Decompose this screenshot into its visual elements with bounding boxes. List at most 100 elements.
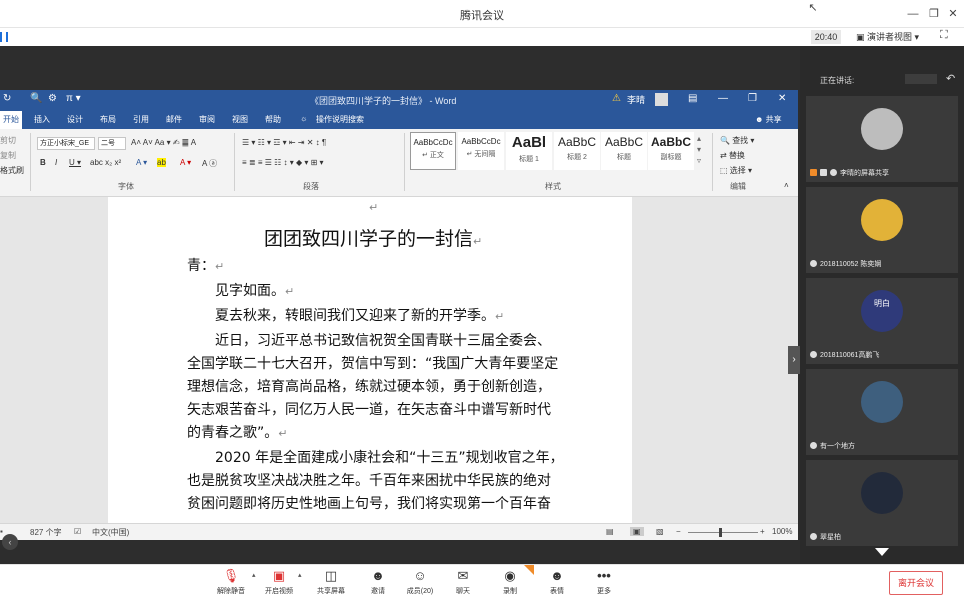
- presenter-view-button[interactable]: ▣ 演讲者视图 ▾: [856, 30, 928, 44]
- copy-button[interactable]: 复制: [0, 150, 16, 161]
- styles-scroll-icon[interactable]: ▴ ▾ ▿: [697, 133, 701, 166]
- select-button[interactable]: ⬚ 选择 ▾: [720, 165, 752, 176]
- zoom-in-icon[interactable]: +: [760, 527, 765, 536]
- style-heading-1[interactable]: AaBl 标题 1: [506, 132, 552, 170]
- word-window: ↻ 🔍 ⚙ π ▾ 《团团致四川学子的一封信》 - Word ⚠ 李晴 ▤ — …: [0, 90, 798, 540]
- text-effects-icon[interactable]: A ▾: [136, 158, 147, 167]
- zoom-out-icon[interactable]: −: [676, 527, 681, 536]
- language-status[interactable]: 中文(中国): [92, 527, 129, 538]
- underline-icon[interactable]: U ▾: [69, 158, 81, 167]
- document-page[interactable]: ↵ 团团致四川学子的一封信↵ 青：↵ 见字如面。↵ 夏去秋来，转眼间我们又迎来了…: [108, 197, 632, 523]
- style-normal[interactable]: AaBbCcDc ↵ 正文: [410, 132, 456, 170]
- user-avatar[interactable]: [655, 93, 668, 106]
- tab-help[interactable]: 帮助: [265, 114, 281, 125]
- close-button[interactable]: ✕: [946, 7, 960, 21]
- share-screen-button[interactable]: ◫ 共享屏幕: [314, 568, 348, 596]
- pin-icon[interactable]: ↶: [946, 72, 955, 85]
- start-video-button[interactable]: ▣ 开启视频: [262, 568, 296, 596]
- align-left-icon[interactable]: ≡ ≣ ≡ ☰ ☷ ↕ ▾ ◆ ▾ ⊞ ▾: [242, 158, 324, 167]
- highlight-icon[interactable]: ab: [157, 158, 166, 167]
- document-title-text: 团团致四川学子的一封信↵: [264, 228, 483, 250]
- bold-icon[interactable]: B: [40, 158, 46, 167]
- chevron-up-icon[interactable]: ▴: [252, 571, 256, 579]
- print-layout-icon[interactable]: ▣: [630, 527, 644, 536]
- participant-tile[interactable]: 明白 2018110061高鹏飞: [806, 278, 958, 364]
- style-no-spacing[interactable]: AaBbCcDc ↵ 无间隔: [458, 132, 504, 170]
- salutation: 青：↵: [187, 258, 225, 274]
- cut-button[interactable]: 剪切: [0, 135, 16, 146]
- participant-tile[interactable]: 翠星柏: [806, 460, 958, 546]
- strikethrough-icon[interactable]: abc x₂ x²: [90, 158, 121, 167]
- record-button[interactable]: ◉ 录制: [493, 568, 527, 596]
- proofing-icon[interactable]: ☑: [74, 527, 81, 536]
- style-subtitle[interactable]: AaBbC 副标题: [648, 132, 694, 170]
- word-restore-button[interactable]: ❐: [748, 93, 757, 104]
- read-mode-icon[interactable]: ▤: [606, 527, 614, 536]
- cursor-icon: ↖: [808, 2, 818, 14]
- tab-home[interactable]: 开始: [0, 111, 22, 129]
- bullets-icon[interactable]: ☰ ▾ ☷ ▾ ☲ ▾ ⇤ ⇥ ✕ ↕ ¶: [242, 138, 326, 147]
- format-painter-button[interactable]: 格式刷: [0, 165, 24, 176]
- grow-font-icon[interactable]: A˄ A˅ Aa ▾ ✍ ䷀ A: [131, 138, 196, 147]
- restore-button[interactable]: ❐: [927, 7, 941, 21]
- chat-button[interactable]: ✉ 聊天: [446, 568, 480, 596]
- collapse-ribbon-icon[interactable]: ˄: [784, 181, 789, 190]
- zoom-level[interactable]: 100%: [772, 527, 792, 536]
- style-title[interactable]: AaBbC 标题: [601, 132, 647, 170]
- page-indicator-icon[interactable]: ▪: [0, 527, 3, 536]
- leave-meeting-button[interactable]: 离开会议: [889, 571, 943, 595]
- font-name-select[interactable]: 方正小标宋_GE: [37, 137, 95, 150]
- replace-icon: ⇄: [720, 151, 729, 160]
- equation-icon[interactable]: π ▾: [66, 93, 81, 104]
- replace-button[interactable]: ⇄ 替换: [720, 150, 745, 161]
- char-shading-icon[interactable]: A ⓐ: [202, 158, 217, 169]
- tell-me-search[interactable]: 操作说明搜索: [316, 114, 364, 125]
- italic-icon[interactable]: I: [55, 158, 57, 167]
- tab-view[interactable]: 视图: [232, 114, 248, 125]
- zoom-slider-thumb[interactable]: [719, 528, 722, 537]
- redo-icon[interactable]: ↻: [3, 93, 11, 104]
- collapse-panel-button[interactable]: ›: [788, 346, 800, 374]
- ribbon-tabs: 开始 插入 设计 布局 引用 邮件 审阅 视图 帮助 ☼ 操作说明搜索 ☻ 共享: [0, 111, 798, 129]
- invite-button[interactable]: ☻ 邀请: [361, 568, 395, 596]
- tab-references[interactable]: 引用: [133, 114, 149, 125]
- divider: [30, 133, 31, 191]
- font-size-select[interactable]: 二号: [98, 137, 126, 150]
- ribbon-display-icon[interactable]: ▤: [688, 93, 697, 104]
- fullscreen-icon[interactable]: ⛶: [940, 29, 948, 42]
- customize-icon[interactable]: ⚙: [48, 93, 57, 104]
- word-count[interactable]: 827 个字: [30, 527, 62, 538]
- word-minimize-button[interactable]: —: [718, 93, 728, 104]
- web-layout-icon[interactable]: ▧: [656, 527, 664, 536]
- zoom-slider[interactable]: [688, 532, 758, 533]
- font-group-label: 字体: [118, 182, 134, 191]
- tab-review[interactable]: 审阅: [199, 114, 215, 125]
- tab-insert[interactable]: 插入: [34, 114, 50, 125]
- minimize-button[interactable]: —: [906, 7, 920, 21]
- chevron-up-icon[interactable]: ▴: [298, 571, 302, 579]
- paragraph-line: 矢志艰苦奋斗，同亿万人民一道，在矢志奋斗中谱写新时代: [187, 402, 551, 418]
- tab-layout[interactable]: 布局: [100, 114, 116, 125]
- word-close-button[interactable]: ✕: [778, 93, 786, 104]
- tab-mailings[interactable]: 邮件: [166, 114, 182, 125]
- scroll-left-icon[interactable]: ‹: [2, 534, 18, 550]
- share-button[interactable]: ☻ 共享: [755, 114, 782, 125]
- unmute-button[interactable]: 🎙 解除静音: [214, 568, 248, 596]
- find-button[interactable]: 🔍 查找 ▾: [720, 135, 754, 146]
- tab-design[interactable]: 设计: [67, 114, 83, 125]
- user-name[interactable]: 李晴: [627, 93, 645, 106]
- paragraph-line: 贫困问题即将历史性地画上句号，我们将实现第一个百年奋: [187, 496, 551, 512]
- more-participants-icon[interactable]: [875, 548, 889, 556]
- style-heading-2[interactable]: AaBbC 标题 2: [554, 132, 600, 170]
- members-icon: ☺: [413, 568, 427, 583]
- emoji-button[interactable]: ☻ 表情: [540, 568, 574, 596]
- members-button[interactable]: ☺ 成员(20): [403, 568, 437, 596]
- print-preview-icon[interactable]: 🔍: [30, 93, 42, 104]
- divider: [404, 133, 405, 191]
- participant-tile[interactable]: 有一个地方: [806, 369, 958, 455]
- participant-tile[interactable]: 李晴的屏幕共享: [806, 96, 958, 182]
- more-button[interactable]: ••• 更多: [587, 568, 621, 596]
- font-color-icon[interactable]: A ▾: [180, 158, 191, 167]
- styles-group-label: 样式: [545, 182, 561, 191]
- participant-tile[interactable]: 2018110052 陈奕娴: [806, 187, 958, 273]
